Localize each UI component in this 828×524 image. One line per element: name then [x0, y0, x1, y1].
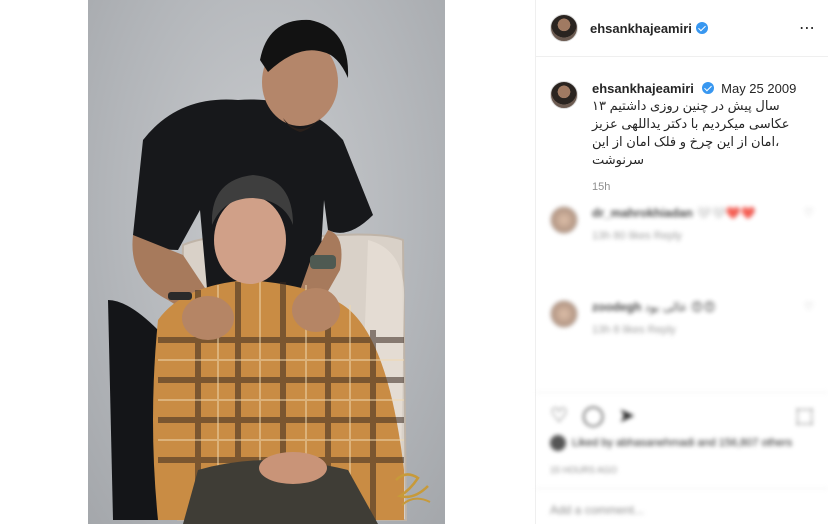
- list-item: dr_mahrokhiadan 🤍🤍❤️❤️ 13h 80 likes Repl…: [536, 196, 828, 290]
- commenter-avatar[interactable]: [550, 206, 578, 234]
- photo-illustration: [108, 19, 431, 524]
- post-actions: ♡ ◯ ➤ ⬚ Liked by abhasanehmadi and 156,8…: [536, 392, 828, 483]
- post-sidebar: ehsankhajeamiri ⋯ ehsankhajeamiri May 25…: [535, 0, 828, 524]
- avatar[interactable]: [550, 14, 578, 42]
- post-media-pane: [0, 0, 535, 524]
- add-comment-input[interactable]: Add a comment...: [536, 488, 828, 524]
- comments-list: dr_mahrokhiadan 🤍🤍❤️❤️ 13h 80 likes Repl…: [536, 196, 828, 384]
- verified-badge-icon: [701, 82, 714, 94]
- save-bookmark-icon[interactable]: ⬚: [795, 403, 814, 428]
- comment-text: عالی بود 😍😍: [644, 300, 716, 314]
- header-username[interactable]: ehsankhajeamiri: [590, 21, 692, 36]
- post-header: ehsankhajeamiri ⋯: [536, 0, 828, 57]
- heart-icon[interactable]: ♡: [804, 206, 814, 290]
- caption-timestamp[interactable]: 15h: [592, 181, 814, 193]
- comment-meta[interactable]: 13h 80 likes Reply: [592, 230, 804, 242]
- list-item: zoodegh عالی بود 😍😍 13h 8 likes Reply ♡: [536, 290, 828, 384]
- post-photo[interactable]: [88, 0, 445, 524]
- heart-icon[interactable]: ♡: [804, 300, 814, 384]
- more-options-icon[interactable]: ⋯: [799, 18, 816, 38]
- share-send-icon[interactable]: ➤: [618, 403, 635, 428]
- like-heart-icon[interactable]: ♡: [550, 403, 568, 428]
- commenter-username[interactable]: zoodegh: [592, 300, 641, 314]
- post-age: 15 HOURS AGO: [550, 465, 618, 475]
- verified-badge-icon: [695, 22, 708, 34]
- caption-date: May 25 2009: [721, 81, 797, 96]
- caption-avatar[interactable]: [550, 81, 578, 109]
- caption-username[interactable]: ehsankhajeamiri: [592, 81, 694, 96]
- comment-meta[interactable]: 13h 8 likes Reply: [592, 324, 804, 336]
- caption-text: سال پیش در چنین روزی داشتیم ۱۳ عکاسی میک…: [592, 98, 790, 167]
- post-caption: ehsankhajeamiri May 25 2009 سال پیش در چ…: [536, 57, 828, 193]
- likes-summary[interactable]: Liked by abhasanehmadi and 156,807 other…: [550, 435, 814, 451]
- commenter-avatar[interactable]: [550, 300, 578, 328]
- comment-text: 🤍🤍❤️❤️: [696, 206, 756, 220]
- liker-avatar[interactable]: [550, 435, 566, 451]
- comment-bubble-icon[interactable]: ◯: [582, 403, 604, 428]
- commenter-username[interactable]: dr_mahrokhiadan: [592, 206, 693, 220]
- likes-text[interactable]: Liked by abhasanehmadi and 156,807 other…: [572, 437, 792, 449]
